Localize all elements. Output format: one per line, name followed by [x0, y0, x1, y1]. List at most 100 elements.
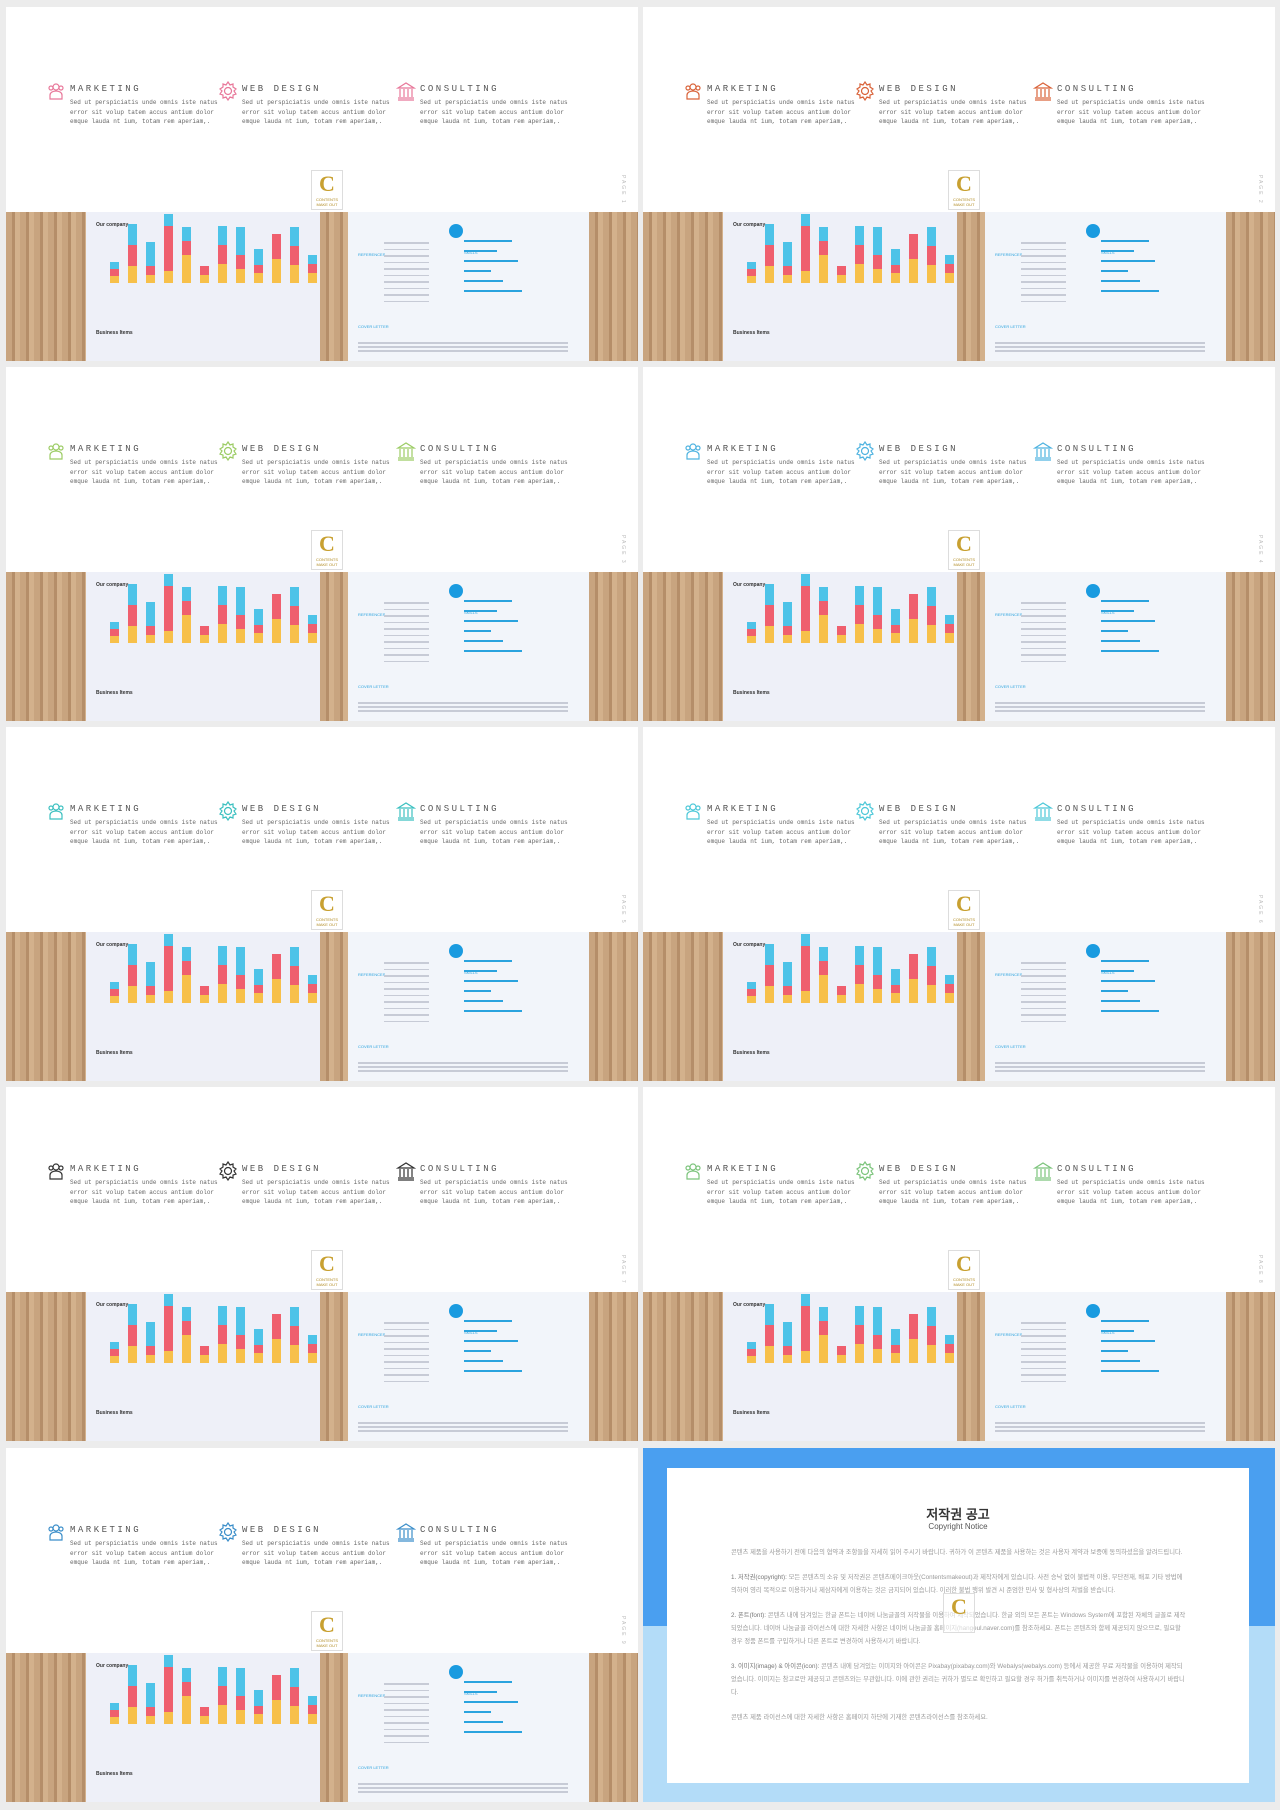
photo-bar: [254, 968, 263, 985]
photo-bar: [819, 227, 828, 241]
photo-bar: [110, 1342, 119, 1349]
photo-bar: [765, 985, 774, 1003]
logo: C CONTENTS MAKE OUT: [311, 890, 343, 930]
photo-bar: [308, 624, 317, 634]
skill-bar: [464, 1320, 512, 1322]
text-line: [358, 1430, 568, 1432]
text-line: [1021, 628, 1066, 630]
text-line: [1021, 268, 1066, 270]
photo-bar: [747, 1349, 756, 1356]
photo-bar: [837, 1346, 846, 1355]
service-title: WEB DESIGN: [242, 84, 322, 94]
slide[interactable]: MARKETING Sed ut perspiciatis unde omnis…: [6, 1448, 638, 1802]
slide[interactable]: MARKETING Sed ut perspiciatis unde omnis…: [643, 727, 1275, 1081]
service-text: Sed ut perspiciatis unde omnis iste natu…: [420, 459, 568, 485]
logo: C CONTENTS MAKE OUT: [311, 530, 343, 570]
photo-bar: [909, 618, 918, 643]
text-line: [1021, 1348, 1066, 1350]
photo-bar: [272, 258, 281, 283]
photo-bar: [182, 947, 191, 961]
gear-heart-icon: [855, 440, 875, 462]
photo-bar: [254, 993, 263, 1003]
service-title: WEB DESIGN: [242, 804, 322, 814]
text-line: [384, 1341, 429, 1343]
photo-bar: [927, 947, 936, 966]
photo-bar: [218, 1306, 227, 1326]
photo-bar: [254, 984, 263, 994]
photo-bar: [747, 276, 756, 283]
photo-bar: [945, 633, 954, 643]
photo-bar: [765, 604, 774, 626]
service-text: Sed ut perspiciatis unde omnis iste natu…: [420, 1540, 568, 1566]
photo-bar: [290, 624, 299, 643]
service-title: WEB DESIGN: [879, 804, 959, 814]
photo-bar: [819, 1307, 828, 1321]
slide[interactable]: MARKETING Sed ut perspiciatis unde omnis…: [643, 367, 1275, 721]
photo-bar: [110, 636, 119, 643]
skill-bar: [464, 290, 523, 292]
photo-bar: [290, 965, 299, 985]
text-line: [384, 1014, 429, 1016]
slide[interactable]: MARKETING Sed ut perspiciatis unde omnis…: [6, 727, 638, 1081]
photo-bar: [200, 1715, 209, 1724]
photo-bar: [308, 1705, 317, 1715]
text-line: [384, 1361, 429, 1363]
photo-bar: [891, 968, 900, 985]
photo-bar: [783, 274, 792, 283]
photo-bar: [819, 1335, 828, 1363]
photo-bar: [128, 244, 137, 266]
skill-bar: [464, 1721, 503, 1723]
text-line: [384, 968, 429, 970]
service-title: MARKETING: [707, 84, 779, 94]
text-line: [1021, 654, 1066, 656]
photo-bar: [837, 274, 846, 283]
slide[interactable]: MARKETING Sed ut perspiciatis unde omnis…: [6, 1087, 638, 1441]
bank-icon: [395, 1522, 417, 1542]
photo-bar: [909, 258, 918, 283]
gear-heart-icon: [218, 80, 238, 102]
photo-bar: [110, 1717, 119, 1724]
text-line: [1021, 608, 1066, 610]
text-line: [1021, 641, 1066, 643]
page-number: PAGE 5: [620, 895, 626, 925]
text-line: [384, 647, 429, 649]
slide[interactable]: MARKETING Sed ut perspiciatis unde omnis…: [643, 7, 1275, 361]
service-title: CONSULTING: [420, 804, 500, 814]
photo-bar: [873, 587, 882, 615]
text-line: [384, 621, 429, 623]
skill-bar: [464, 240, 512, 242]
photo-bar: [765, 943, 774, 965]
text-line: [1021, 968, 1066, 970]
text-line: [384, 660, 429, 662]
text-line: [1021, 988, 1066, 990]
photo-bar: [765, 1345, 774, 1363]
service-title: CONSULTING: [1057, 804, 1137, 814]
photo-bar: [290, 605, 299, 625]
slide[interactable]: MARKETING Sed ut perspiciatis unde omnis…: [6, 7, 638, 361]
users-icon: [46, 81, 66, 101]
slide[interactable]: MARKETING Sed ut perspiciatis unde omnis…: [643, 1087, 1275, 1441]
skill-bar: [1101, 1320, 1149, 1322]
logo: C CONTENTS MAKE OUT: [948, 1250, 980, 1290]
text-line: [358, 710, 568, 712]
photo-bar: [128, 265, 137, 283]
photo-bar: [236, 1668, 245, 1696]
text-line: [1021, 1361, 1066, 1363]
bank-icon: [1032, 81, 1054, 101]
photo-bar: [290, 264, 299, 283]
text-line: [1021, 248, 1066, 250]
service-text: Sed ut perspiciatis unde omnis iste natu…: [879, 1179, 1027, 1205]
photo-bar: [146, 1683, 155, 1708]
photo-bar: [128, 943, 137, 965]
photo-bar: [927, 227, 936, 246]
text-line: [358, 706, 568, 708]
skill-bar: [1101, 1010, 1160, 1012]
photo-bar: [819, 975, 828, 1003]
photo-bar: [182, 587, 191, 601]
slide[interactable]: MARKETING Sed ut perspiciatis unde omnis…: [6, 367, 638, 721]
copyright-slide[interactable]: 저작권 공고 Copyright Notice 콘텐츠 제품을 사용하기 전에 …: [643, 1448, 1275, 1802]
skill-bar: [1101, 1350, 1128, 1352]
photo-bar: [254, 1689, 263, 1706]
photo-bar: [200, 274, 209, 283]
service-text: Sed ut perspiciatis unde omnis iste natu…: [879, 819, 1027, 845]
